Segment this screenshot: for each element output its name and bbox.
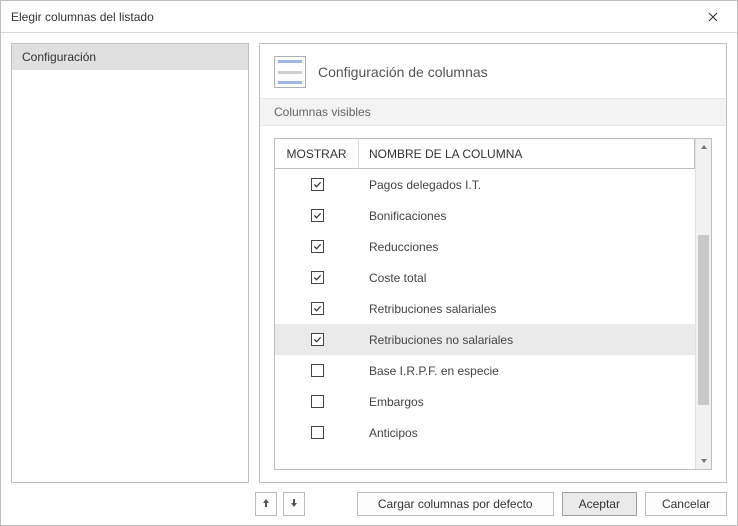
cell-show (275, 271, 359, 284)
cell-column-name: Retribuciones no salariales (359, 333, 695, 347)
cell-column-name: Pagos delegados I.T. (359, 178, 695, 192)
col-header-name[interactable]: NOMBRE DE LA COLUMNA (359, 139, 695, 169)
cell-column-name: Anticipos (359, 426, 695, 440)
close-button[interactable] (693, 1, 733, 32)
table-body: Pagos delegados I.T. Bonificaciones Reducc… (275, 169, 695, 448)
show-checkbox[interactable] (311, 178, 324, 191)
cell-show (275, 333, 359, 346)
cell-column-name: Base I.R.P.F. en especie (359, 364, 695, 378)
table-header: MOSTRAR NOMBRE DE LA COLUMNA (275, 139, 695, 169)
section-label-visible-columns: Columnas visibles (260, 98, 726, 126)
main-panel: Configuración de columnas Columnas visib… (259, 43, 727, 483)
scroll-thumb[interactable] (698, 235, 709, 405)
table-row[interactable]: Anticipos (275, 417, 695, 448)
show-checkbox[interactable] (311, 240, 324, 253)
sidebar-item-configuracion[interactable]: Configuración (12, 44, 248, 70)
table-row[interactable]: Retribuciones salariales (275, 293, 695, 324)
show-checkbox[interactable] (311, 333, 324, 346)
sidebar-item-label: Configuración (22, 50, 96, 64)
table-wrap: MOSTRAR NOMBRE DE LA COLUMNA Pagos deleg… (260, 126, 726, 482)
vertical-scrollbar[interactable] (695, 139, 711, 469)
col-header-show[interactable]: MOSTRAR (275, 139, 359, 169)
load-defaults-button[interactable]: Cargar columnas por defecto (357, 492, 554, 516)
show-checkbox[interactable] (311, 426, 324, 439)
table-row[interactable]: Embargos (275, 386, 695, 417)
table-row[interactable]: Reducciones (275, 231, 695, 262)
table-inner: MOSTRAR NOMBRE DE LA COLUMNA Pagos deleg… (275, 139, 695, 469)
dialog-window: Elegir columnas del listado Configuració… (0, 0, 738, 526)
table-row[interactable]: Base I.R.P.F. en especie (275, 355, 695, 386)
arrow-down-icon (290, 498, 298, 511)
dialog-body: Configuración Configuración de columnas … (1, 33, 737, 483)
cell-column-name: Bonificaciones (359, 209, 695, 223)
cell-show (275, 178, 359, 191)
table-row[interactable]: Pagos delegados I.T. (275, 169, 695, 200)
cell-column-name: Coste total (359, 271, 695, 285)
titlebar: Elegir columnas del listado (1, 1, 737, 33)
cancel-button[interactable]: Cancelar (645, 492, 727, 516)
cell-column-name: Reducciones (359, 240, 695, 254)
show-checkbox[interactable] (311, 271, 324, 284)
footer: Cargar columnas por defecto Aceptar Canc… (1, 483, 737, 525)
show-checkbox[interactable] (311, 395, 324, 408)
move-down-button[interactable] (283, 492, 305, 516)
sidebar: Configuración (11, 43, 249, 483)
table-row[interactable]: Retribuciones no salariales (275, 324, 695, 355)
window-title: Elegir columnas del listado (11, 10, 693, 24)
scroll-track[interactable] (696, 155, 711, 453)
footer-buttons: Cargar columnas por defecto Aceptar Canc… (357, 492, 727, 516)
show-checkbox[interactable] (311, 209, 324, 222)
cell-show (275, 395, 359, 408)
show-checkbox[interactable] (311, 364, 324, 377)
scroll-down-arrow-icon[interactable] (696, 453, 711, 469)
cell-show (275, 209, 359, 222)
table-row[interactable]: Bonificaciones (275, 200, 695, 231)
move-up-button[interactable] (255, 492, 277, 516)
arrow-up-icon (262, 498, 270, 511)
main-title: Configuración de columnas (318, 64, 488, 80)
columns-config-icon (274, 56, 306, 88)
close-icon (708, 9, 718, 25)
cell-show (275, 364, 359, 377)
accept-button[interactable]: Aceptar (562, 492, 637, 516)
scroll-up-arrow-icon[interactable] (696, 139, 711, 155)
cell-show (275, 302, 359, 315)
columns-table: MOSTRAR NOMBRE DE LA COLUMNA Pagos deleg… (274, 138, 712, 470)
table-row[interactable]: Coste total (275, 262, 695, 293)
main-header: Configuración de columnas (260, 44, 726, 98)
cell-show (275, 240, 359, 253)
cell-column-name: Embargos (359, 395, 695, 409)
show-checkbox[interactable] (311, 302, 324, 315)
cell-show (275, 426, 359, 439)
cell-column-name: Retribuciones salariales (359, 302, 695, 316)
